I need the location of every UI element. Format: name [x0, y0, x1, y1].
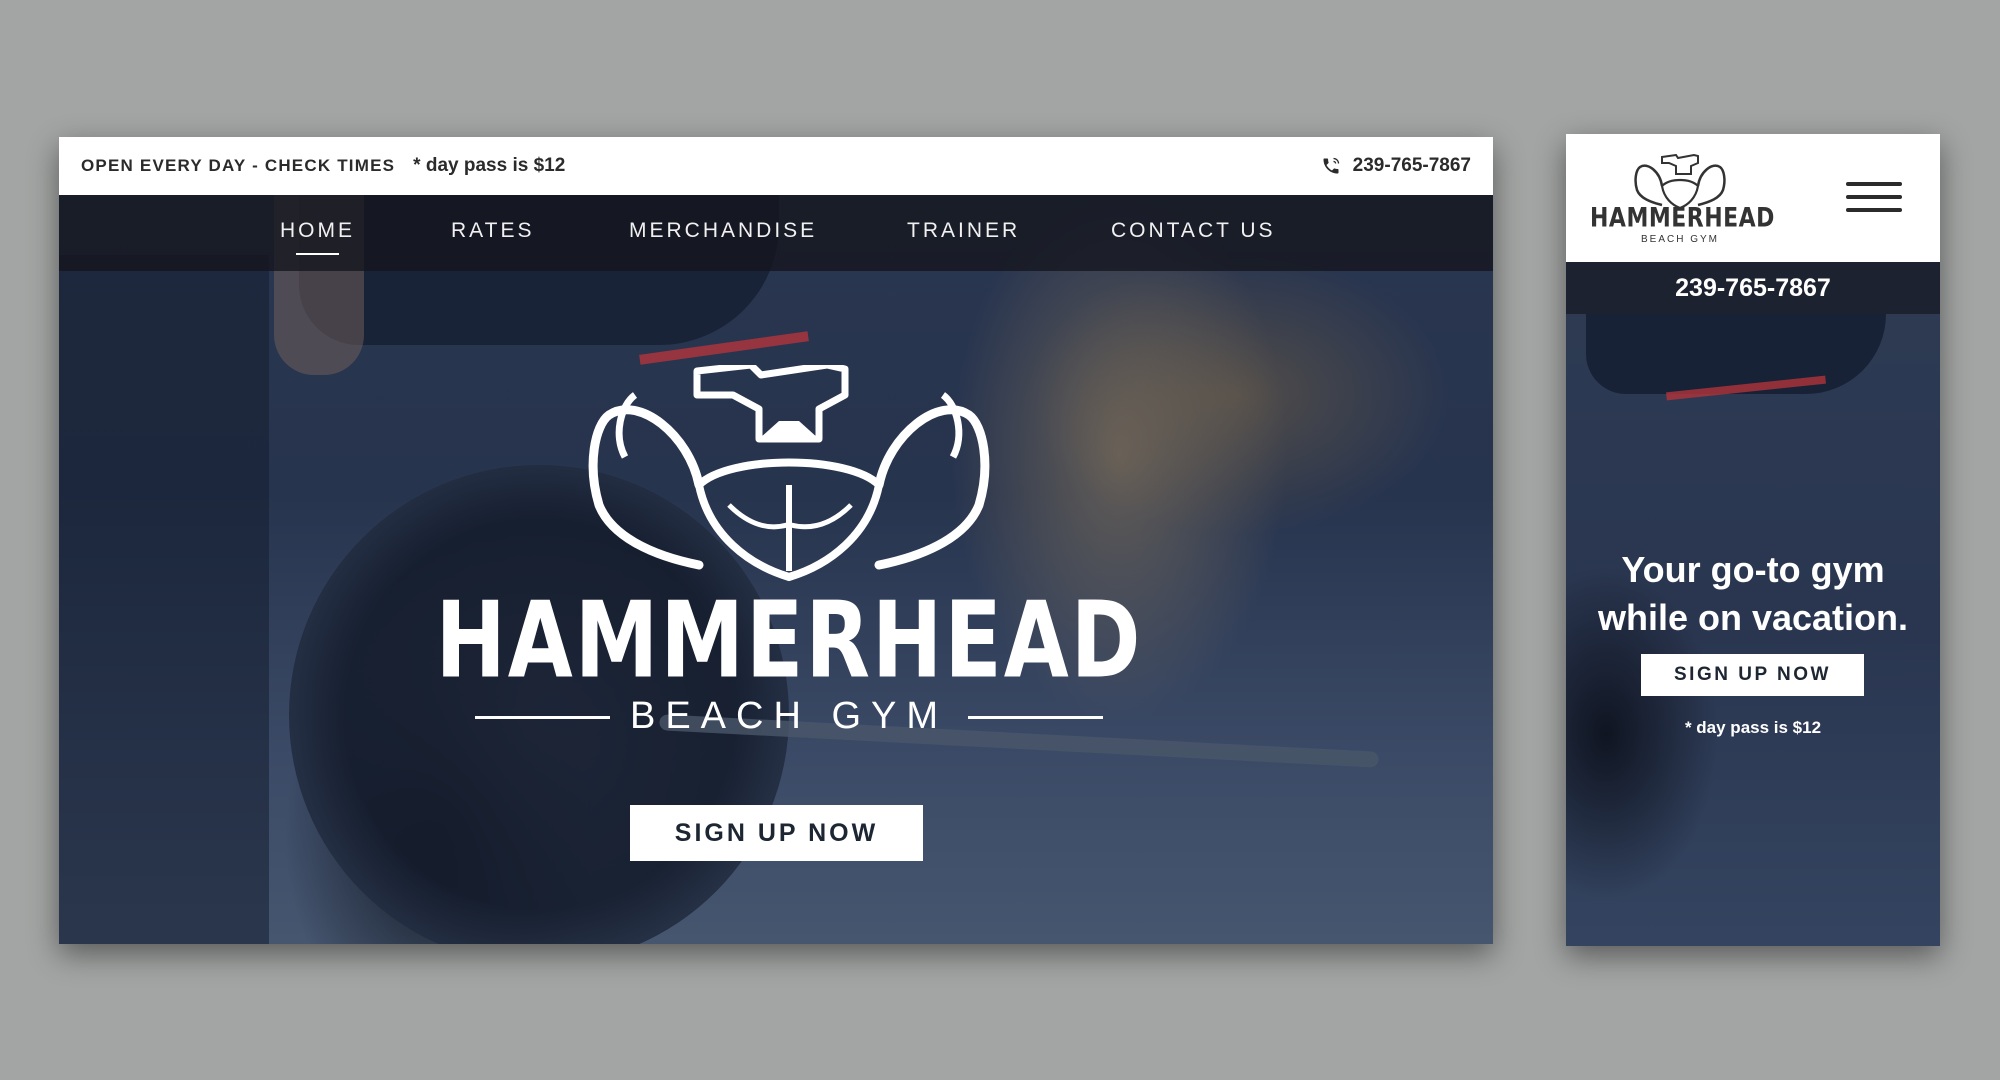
hero-photo-pillar — [59, 255, 269, 944]
mobile-logo-subtitle: BEACH GYM — [1640, 234, 1719, 245]
phone-number: 239-765-7867 — [1352, 155, 1471, 176]
mobile-tagline-line1: Your go-to gym — [1621, 549, 1885, 590]
muscle-hammer-logo-icon — [588, 365, 990, 582]
mobile-phone-number[interactable]: 239-765-7867 — [1566, 262, 1940, 314]
hamburger-line — [1846, 195, 1902, 199]
desktop-mockup: OPEN EVERY DAY - CHECK TIMES * day pass … — [59, 137, 1493, 944]
mobile-day-pass-text: * day pass is $12 — [1684, 718, 1822, 737]
hamburger-line — [1846, 182, 1902, 186]
mobile-hero-background: Your go-to gym while on vacation. SIGN U… — [1566, 314, 1940, 946]
nav-item-contact-us[interactable]: CONTACT US — [1111, 219, 1276, 243]
day-pass-text: * day pass is $12 — [413, 155, 566, 176]
mobile-tagline: Your go-to gym while on vacation. — [1566, 546, 1940, 642]
hamburger-menu-icon[interactable] — [1846, 182, 1902, 214]
mobile-sign-up-button[interactable]: SIGN UP NOW — [1641, 654, 1864, 696]
mobile-tagline-line2: while on vacation. — [1597, 597, 1909, 638]
hours-link[interactable]: OPEN EVERY DAY - CHECK TIMES — [81, 156, 395, 176]
mobile-muscle-hammer-logo-icon — [1634, 154, 1726, 210]
nav-item-merchandise[interactable]: MERCHANDISE — [629, 219, 817, 243]
brand-subtitle-text: BEACH GYM — [629, 695, 949, 737]
nav-item-rates[interactable]: RATES — [451, 219, 534, 243]
nav-item-home[interactable]: HOME — [280, 219, 355, 255]
nav-item-trainer[interactable]: TRAINER — [907, 219, 1020, 243]
mobile-logo-name: HAMMERHEAD — [1590, 203, 1775, 234]
phone-icon — [1321, 156, 1341, 176]
divider-right — [968, 716, 1104, 720]
top-info-bar: OPEN EVERY DAY - CHECK TIMES * day pass … — [59, 137, 1493, 195]
brand-subtitle: BEACH GYM — [399, 695, 1179, 738]
mobile-logo[interactable]: HAMMERHEAD BEACH GYM — [1590, 154, 1775, 249]
sign-up-button[interactable]: SIGN UP NOW — [630, 805, 923, 861]
mobile-hero-photo-shorts — [1586, 314, 1886, 394]
mobile-header: HAMMERHEAD BEACH GYM — [1566, 134, 1940, 262]
phone-block[interactable]: 239-765-7867 — [1321, 155, 1471, 177]
hamburger-line — [1846, 208, 1902, 212]
brand-name: HAMMERHEAD — [435, 578, 1143, 702]
mobile-mockup: Your go-to gym while on vacation. SIGN U… — [1566, 134, 1940, 946]
hero-logo: HAMMERHEAD BEACH GYM — [399, 365, 1179, 745]
divider-left — [474, 716, 610, 720]
main-nav: HOME RATES MERCHANDISE TRAINER CONTACT U… — [59, 195, 1493, 271]
